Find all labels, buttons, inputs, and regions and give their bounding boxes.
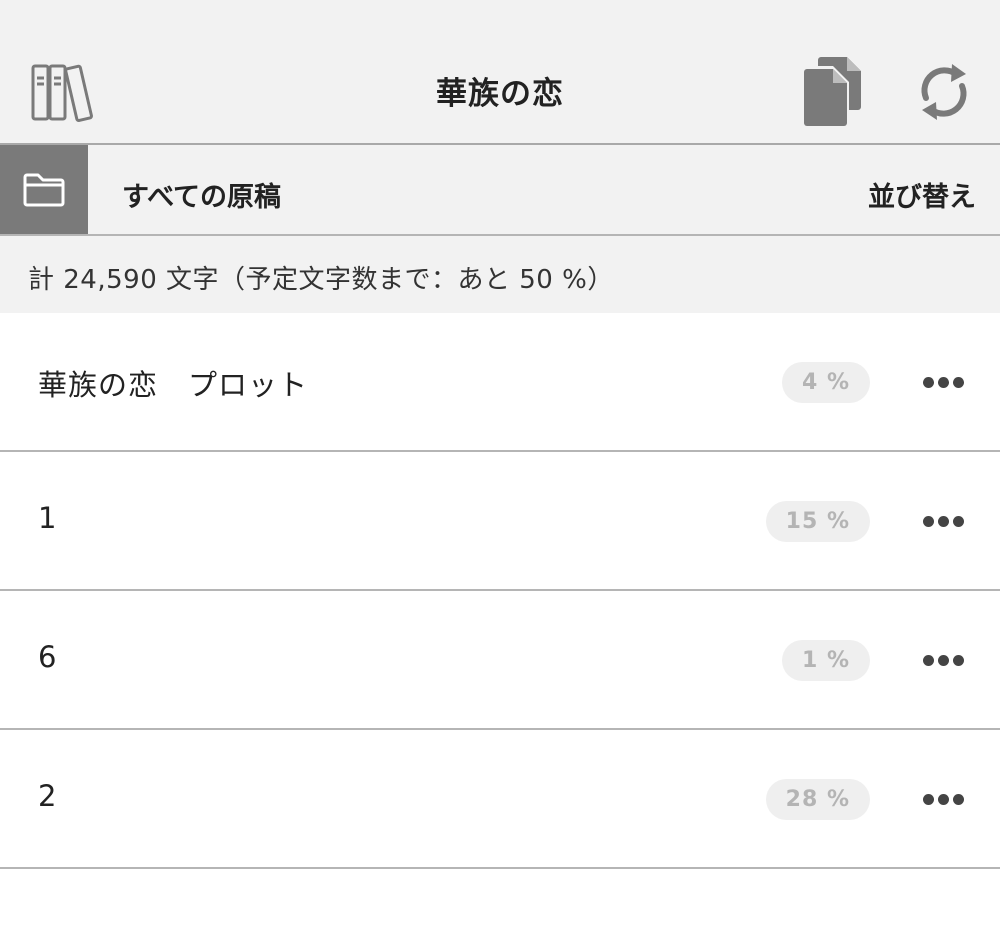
folder-bar: すべての原稿 並び替え — [0, 145, 1000, 236]
folder-name: すべての原稿 — [122, 182, 282, 213]
manuscript-row[interactable]: 1 15 % — [0, 452, 1000, 591]
manuscript-title: 2 — [38, 779, 58, 813]
sync-icon[interactable] — [914, 60, 974, 124]
top-bar: 華族の恋 — [0, 0, 1000, 145]
progress-badge: 4 % — [781, 362, 870, 403]
copy-documents-icon[interactable] — [803, 55, 865, 127]
folder-button[interactable] — [0, 145, 88, 234]
more-options-icon[interactable] — [921, 375, 967, 389]
manuscript-title: 1 — [38, 501, 58, 535]
more-options-icon[interactable] — [921, 514, 967, 528]
manuscript-row[interactable]: 2 28 % — [0, 730, 1000, 869]
folder-icon — [23, 173, 65, 207]
progress-badge: 1 % — [781, 640, 870, 681]
more-options-icon[interactable] — [921, 792, 967, 806]
manuscript-list: 華族の恋 プロット 4 % 1 15 % 6 1 % 2 28 % — [0, 313, 1000, 869]
progress-badge: 28 % — [765, 779, 870, 820]
manuscript-row[interactable]: 6 1 % — [0, 591, 1000, 730]
sort-button[interactable]: 並び替え — [868, 175, 976, 214]
progress-badge: 15 % — [765, 501, 870, 542]
manuscript-row[interactable]: 華族の恋 プロット 4 % — [0, 313, 1000, 452]
more-options-icon[interactable] — [921, 653, 967, 667]
word-count-summary: 計 24,590 文字（予定文字数まで：あと 50 %） — [0, 236, 1000, 313]
word-count-text: 計 24,590 文字（予定文字数まで：あと 50 %） — [28, 265, 614, 295]
manuscript-title: 華族の恋 プロット — [38, 368, 309, 402]
manuscript-title: 6 — [38, 640, 58, 674]
